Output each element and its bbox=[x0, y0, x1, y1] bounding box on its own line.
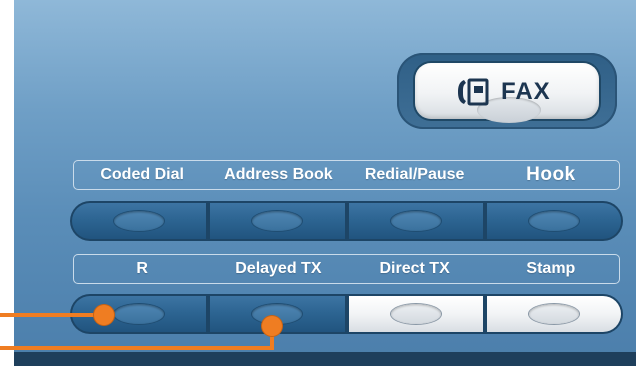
key-oval bbox=[114, 304, 165, 324]
key-oval bbox=[252, 211, 303, 231]
callout-dot-delayed-tx bbox=[262, 316, 282, 336]
label-coded-dial: Coded Dial bbox=[100, 166, 184, 183]
callout-line-r bbox=[0, 313, 104, 317]
redial-pause-key[interactable] bbox=[348, 203, 483, 239]
row2-key-bar bbox=[72, 296, 621, 332]
row2-label-bar: R Delayed TX Direct TX Stamp bbox=[73, 254, 620, 284]
callout-line-delayed-tx-horizontal bbox=[0, 346, 274, 350]
coded-dial-key[interactable] bbox=[72, 203, 207, 239]
label-r: R bbox=[136, 260, 148, 277]
phone-fax-icon bbox=[458, 78, 489, 106]
fax-button-label: FAX bbox=[501, 78, 551, 105]
key-oval bbox=[528, 304, 579, 324]
label-stamp: Stamp bbox=[526, 260, 576, 277]
row1-key-bar bbox=[72, 203, 621, 239]
hook-key[interactable] bbox=[486, 203, 621, 239]
label-direct-tx: Direct TX bbox=[379, 260, 450, 277]
direct-tx-key[interactable] bbox=[348, 296, 483, 332]
label-address-book: Address Book bbox=[224, 166, 333, 183]
fax-button[interactable]: FAX bbox=[415, 63, 599, 123]
label-redial-pause: Redial/Pause bbox=[364, 166, 465, 183]
panel-bottom-edge bbox=[14, 352, 636, 366]
key-oval bbox=[528, 211, 579, 231]
address-book-key[interactable] bbox=[210, 203, 345, 239]
key-oval bbox=[114, 211, 165, 231]
label-delayed-tx: Delayed TX bbox=[235, 260, 322, 277]
row1-label-bar: Coded Dial Address Book Redial/Pause Hoo… bbox=[73, 160, 620, 190]
label-hook: Hook bbox=[526, 164, 576, 185]
stamp-key[interactable] bbox=[486, 296, 621, 332]
fax-button-bezel: FAX bbox=[397, 53, 617, 129]
key-oval bbox=[390, 304, 441, 324]
callout-dot-r bbox=[94, 305, 114, 325]
key-oval bbox=[390, 211, 441, 231]
